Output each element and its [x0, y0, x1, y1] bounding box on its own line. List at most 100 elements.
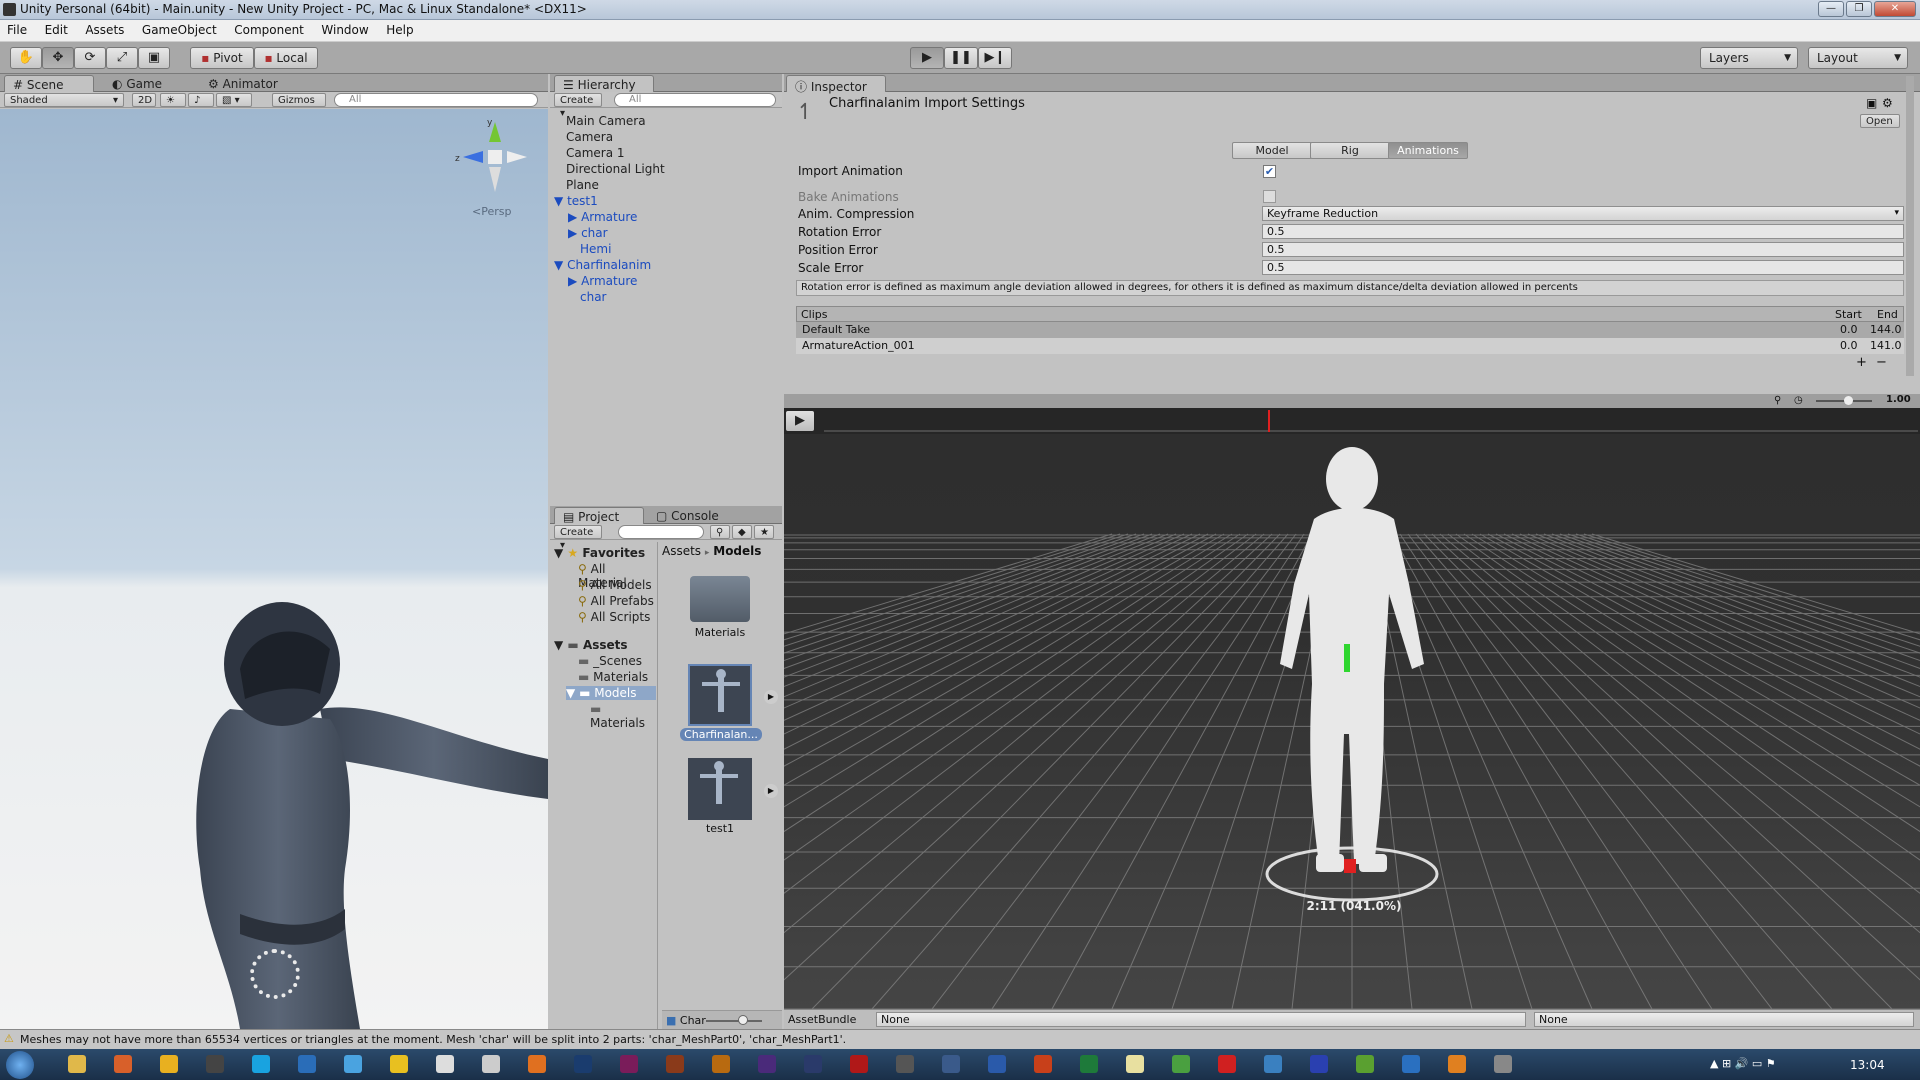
- tab-project[interactable]: ▤ Project: [554, 507, 644, 524]
- close-button[interactable]: ✕: [1874, 1, 1916, 17]
- speed-icon[interactable]: ◷: [1794, 395, 1803, 406]
- favorite-item[interactable]: ⚲ All Prefabs: [578, 594, 654, 608]
- word-icon[interactable]: [988, 1055, 1006, 1073]
- assetbundle-variant-dropdown[interactable]: None: [1534, 1012, 1914, 1027]
- move-tool-button[interactable]: ✥: [42, 47, 74, 69]
- scale-tool-button[interactable]: ⤢: [106, 47, 138, 69]
- notepad-icon[interactable]: [1126, 1055, 1144, 1073]
- app-icon[interactable]: [1264, 1055, 1282, 1073]
- expand-arrow-icon[interactable]: ▼: [554, 258, 563, 272]
- expand-arrow-icon[interactable]: ▼: [566, 686, 575, 700]
- excel-icon[interactable]: [1080, 1055, 1098, 1073]
- table-row[interactable]: ArmatureAction_001 0.0 141.0: [796, 338, 1904, 354]
- expand-asset-icon[interactable]: ▶: [764, 690, 778, 704]
- illustrator-icon[interactable]: [712, 1055, 730, 1073]
- dropbox-icon[interactable]: [344, 1055, 362, 1073]
- hier-item-camera[interactable]: Camera: [566, 130, 613, 144]
- app-icon[interactable]: [1218, 1055, 1236, 1073]
- play-button[interactable]: ▶: [910, 47, 944, 69]
- app-icon[interactable]: [896, 1055, 914, 1073]
- timeline-track[interactable]: [824, 430, 1918, 432]
- collapse-arrow-icon[interactable]: ▶: [568, 274, 577, 288]
- breadcrumb-assets[interactable]: Assets: [662, 544, 701, 558]
- indesign-icon[interactable]: [620, 1055, 638, 1073]
- unity-icon[interactable]: [1494, 1055, 1512, 1073]
- app-icon[interactable]: [390, 1055, 408, 1073]
- scene-viewport[interactable]: y z <Persp: [0, 109, 548, 1029]
- aftereffects-icon[interactable]: [804, 1055, 822, 1073]
- layout-dropdown[interactable]: Layout ▼: [1808, 47, 1908, 69]
- tab-rig[interactable]: Rig: [1310, 142, 1390, 159]
- hier-item-char[interactable]: ▶ char: [568, 226, 608, 240]
- pivot-toggle[interactable]: ▪ Pivot: [190, 47, 254, 69]
- folder-thumb[interactable]: [690, 576, 750, 622]
- expand-arrow-icon[interactable]: ▼: [554, 638, 563, 652]
- hier-item-plane[interactable]: Plane: [566, 178, 599, 192]
- rotate-tool-button[interactable]: ⟳: [74, 47, 106, 69]
- folder-item[interactable]: ▬ _Scenes: [578, 654, 642, 668]
- chrome-icon[interactable]: [160, 1055, 178, 1073]
- blender-icon[interactable]: [1448, 1055, 1466, 1073]
- tab-scene[interactable]: # Scene: [4, 75, 94, 92]
- open-button[interactable]: Open: [1860, 114, 1900, 128]
- app-icon[interactable]: [1172, 1055, 1190, 1073]
- preview-play-button[interactable]: ▶: [786, 411, 814, 431]
- shading-dropdown[interactable]: Shaded ▾: [4, 93, 124, 107]
- filter-type-button[interactable]: ⚲: [710, 525, 730, 539]
- hand-tool-button[interactable]: ✋: [10, 47, 42, 69]
- hier-item-test1[interactable]: ▼ test1: [554, 194, 598, 208]
- unity-icon[interactable]: [482, 1055, 500, 1073]
- hier-item-armature[interactable]: ▶ Armature: [568, 210, 637, 224]
- 2d-toggle[interactable]: 2D: [132, 93, 156, 107]
- audio-toggle[interactable]: ♪: [188, 93, 214, 107]
- rotation-error-field[interactable]: 0.5: [1262, 224, 1904, 239]
- favorites-header[interactable]: ▼ ★ Favorites: [554, 546, 645, 560]
- hier-item-char-2[interactable]: char: [580, 290, 607, 304]
- help-icon[interactable]: ▣: [1866, 96, 1877, 110]
- hier-item-armature-2[interactable]: ▶ Armature: [568, 274, 637, 288]
- hier-item-hemi[interactable]: Hemi: [580, 242, 611, 256]
- pause-button[interactable]: ❚❚: [944, 47, 978, 69]
- status-bar[interactable]: ⚠ Meshes may not have more than 65534 ve…: [0, 1029, 1920, 1049]
- slider-thumb[interactable]: [738, 1015, 748, 1025]
- folder-item[interactable]: ▬ Materials: [590, 702, 657, 730]
- tab-animations[interactable]: Animations: [1388, 142, 1468, 159]
- local-toggle[interactable]: ▪ Local: [254, 47, 318, 69]
- premiere-icon[interactable]: [758, 1055, 776, 1073]
- firefox-icon[interactable]: [114, 1055, 132, 1073]
- explorer-icon[interactable]: [68, 1055, 86, 1073]
- model-thumb[interactable]: [688, 758, 752, 820]
- expand-arrow-icon[interactable]: ▼: [554, 194, 563, 208]
- hier-item-directional-light[interactable]: Directional Light: [566, 162, 665, 176]
- orientation-gizmo[interactable]: y z: [455, 117, 535, 207]
- assets-header[interactable]: ▼ ▬ Assets: [554, 638, 628, 652]
- expand-arrow-icon[interactable]: ▼: [554, 546, 563, 560]
- rect-tool-button[interactable]: ▣: [138, 47, 170, 69]
- collapse-arrow-icon[interactable]: ▶: [568, 226, 577, 240]
- acrobat-icon[interactable]: [850, 1055, 868, 1073]
- bake-animations-checkbox[interactable]: [1263, 190, 1276, 203]
- remove-clip-button[interactable]: −: [1876, 355, 1887, 370]
- start-button[interactable]: [6, 1051, 34, 1079]
- tab-console[interactable]: ▢ Console: [648, 507, 738, 524]
- speed-slider-thumb[interactable]: [1844, 396, 1853, 405]
- menu-assets[interactable]: Assets: [78, 20, 131, 37]
- minimize-button[interactable]: —: [1818, 1, 1844, 17]
- inspector-scrollbar[interactable]: [1906, 76, 1914, 376]
- gear-icon[interactable]: ⚙: [1882, 96, 1893, 110]
- menu-component[interactable]: Component: [227, 20, 311, 37]
- import-animation-checkbox[interactable]: ✔: [1263, 165, 1276, 178]
- powerpoint-icon[interactable]: [1034, 1055, 1052, 1073]
- favorite-item[interactable]: ⚲ All Models: [578, 578, 652, 592]
- clock[interactable]: 13:04: [1850, 1058, 1885, 1072]
- timeline-playhead[interactable]: [1268, 410, 1270, 432]
- project-search-input[interactable]: [618, 525, 704, 539]
- model-thumb-selected[interactable]: [688, 664, 752, 726]
- breadcrumb-models[interactable]: Models: [713, 544, 761, 558]
- folder-item-selected[interactable]: ▼ ▬ Models: [566, 686, 656, 700]
- favorite-item[interactable]: ⚲ All Scripts: [578, 610, 650, 624]
- scale-error-field[interactable]: 0.5: [1262, 260, 1904, 275]
- menu-file[interactable]: File: [0, 20, 34, 37]
- tab-model[interactable]: Model: [1232, 142, 1312, 159]
- anim-compression-dropdown[interactable]: Keyframe Reduction ▾: [1262, 206, 1904, 221]
